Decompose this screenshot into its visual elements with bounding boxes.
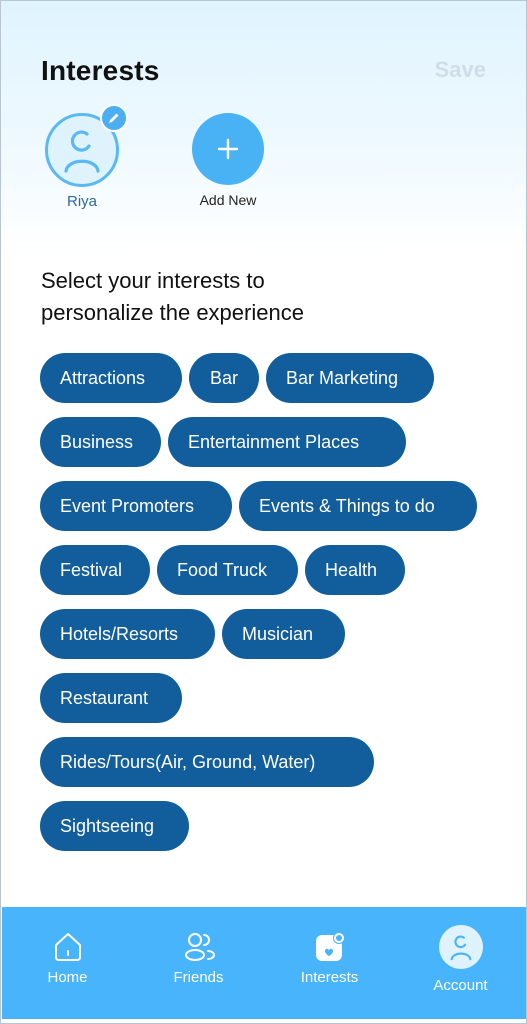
interest-chip-sightseeing[interactable]: Sightseeing (40, 801, 189, 851)
add-new-label: Add New (199, 192, 257, 208)
edit-profile-button[interactable] (100, 104, 128, 132)
interest-chip-bar-marketing[interactable]: Bar Marketing (266, 353, 434, 403)
prompt-line-2: personalize the experience (41, 300, 304, 325)
home-icon (54, 933, 81, 961)
interests-screen: Interests Save Riya Add New Select your … (0, 0, 527, 1024)
interest-chip-event-promoters[interactable]: Event Promoters (40, 481, 232, 531)
interests-icon (315, 932, 345, 961)
nav-item-home[interactable]: Home (2, 907, 133, 1019)
interests-prompt: Select your interests to personalize the… (41, 265, 401, 329)
nav-label-home: Home (47, 969, 88, 986)
interest-chip-attractions[interactable]: Attractions (40, 353, 182, 403)
interest-chip-list: Attractions Bar Bar Marketing Business E… (40, 353, 490, 851)
interest-chip-rides-tours[interactable]: Rides/Tours(Air, Ground, Water) (40, 737, 374, 787)
profile-riya[interactable]: Riya (45, 104, 128, 210)
avatar[interactable] (45, 104, 128, 187)
interest-chip-festival[interactable]: Festival (40, 545, 150, 595)
interest-chip-restaurant[interactable]: Restaurant (40, 673, 182, 723)
add-new-profile[interactable]: Add New (187, 113, 269, 208)
bottom-nav: Home Friends Interests Account (2, 907, 526, 1019)
interest-chip-food-truck[interactable]: Food Truck (157, 545, 298, 595)
nav-item-friends[interactable]: Friends (133, 907, 264, 1019)
page-title: Interests (41, 55, 160, 86)
interest-chip-musician[interactable]: Musician (222, 609, 345, 659)
nav-item-account[interactable]: Account (395, 907, 526, 1019)
pencil-icon (109, 113, 119, 123)
prompt-line-1: Select your interests to (41, 268, 265, 293)
user-icon (64, 130, 100, 173)
add-new-button[interactable] (192, 113, 264, 185)
interest-chip-hotels-resorts[interactable]: Hotels/Resorts (40, 609, 215, 659)
interest-chip-events-things-to-do[interactable]: Events & Things to do (239, 481, 477, 531)
interest-chip-business[interactable]: Business (40, 417, 161, 467)
interest-chip-entertainment-places[interactable]: Entertainment Places (168, 417, 406, 467)
account-icon (450, 935, 471, 961)
interest-chip-bar[interactable]: Bar (189, 353, 259, 403)
nav-item-interests[interactable]: Interests (264, 907, 395, 1019)
save-button[interactable]: Save (435, 57, 486, 83)
nav-label-interests: Interests (300, 969, 359, 986)
nav-label-friends: Friends (173, 969, 224, 986)
profile-name: Riya (66, 193, 97, 210)
interest-chip-health[interactable]: Health (305, 545, 405, 595)
friends-icon (184, 933, 215, 961)
plus-icon (217, 138, 239, 160)
nav-label-account: Account (433, 977, 488, 994)
